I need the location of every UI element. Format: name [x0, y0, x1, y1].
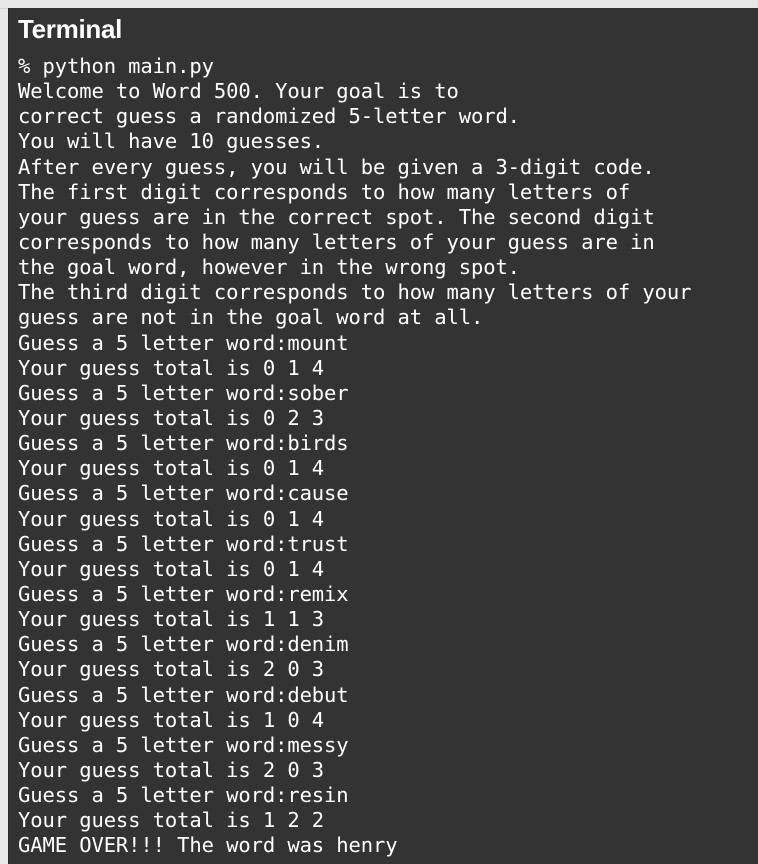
- terminal-line: Guess a 5 letter word:sober: [18, 380, 349, 405]
- terminal-line: % python main.py: [18, 54, 214, 78]
- terminal-line: Guess a 5 letter word:debut: [18, 682, 349, 707]
- terminal-line: your guess are in the correct spot. The …: [18, 204, 655, 229]
- terminal-window[interactable]: Terminal % python main.py Welcome to Wor…: [8, 8, 758, 864]
- terminal-line: You will have 10 guesses.: [18, 129, 325, 154]
- terminal-line: Guess a 5 letter word:mount: [18, 330, 349, 355]
- terminal-line: After every guess, you will be given a 3…: [18, 154, 655, 179]
- terminal-line: Your guess total is 0 1 4: [18, 506, 325, 531]
- terminal-line: Guess a 5 letter word:cause: [18, 481, 349, 506]
- terminal-line: Guess a 5 letter word:messy: [18, 732, 349, 757]
- terminal-line: corresponds to how many letters of your …: [18, 229, 655, 254]
- terminal-line: Welcome to Word 500. Your goal is to: [18, 79, 459, 104]
- terminal-line: Your guess total is 0 1 4: [18, 556, 325, 581]
- terminal-line: correct guess a randomized 5-letter word…: [18, 104, 520, 129]
- terminal-line: Guess a 5 letter word:remix: [18, 581, 349, 606]
- terminal-line: Guess a 5 letter word:trust: [18, 531, 349, 556]
- terminal-line: The third digit corresponds to how many …: [18, 280, 692, 305]
- terminal-line: Your guess total is 0 2 3: [18, 405, 325, 430]
- terminal-line: Your guess total is 0 1 4: [18, 355, 325, 380]
- terminal-line: GAME OVER!!! The word was henry: [18, 833, 398, 858]
- terminal-line: Your guess total is 1 1 3: [18, 607, 325, 632]
- terminal-line: Guess a 5 letter word:denim: [18, 632, 349, 657]
- terminal-output[interactable]: % python main.py Welcome to Word 500. Yo…: [18, 54, 753, 859]
- terminal-line: Your guess total is 1 0 4: [18, 707, 325, 732]
- terminal-line: The first digit corresponds to how many …: [18, 179, 631, 204]
- terminal-line: Your guess total is 1 2 2: [18, 808, 325, 833]
- terminal-line: guess are not in the goal word at all.: [18, 305, 484, 330]
- terminal-line: Your guess total is 2 0 3: [18, 657, 325, 682]
- terminal-line: Your guess total is 0 1 4: [18, 456, 325, 481]
- terminal-line: Guess a 5 letter word:resin: [18, 783, 349, 808]
- terminal-line: Guess a 5 letter word:birds: [18, 431, 349, 456]
- terminal-line: the goal word, however in the wrong spot…: [18, 255, 520, 280]
- terminal-line: Your guess total is 2 0 3: [18, 757, 325, 782]
- window-title: Terminal: [18, 14, 123, 44]
